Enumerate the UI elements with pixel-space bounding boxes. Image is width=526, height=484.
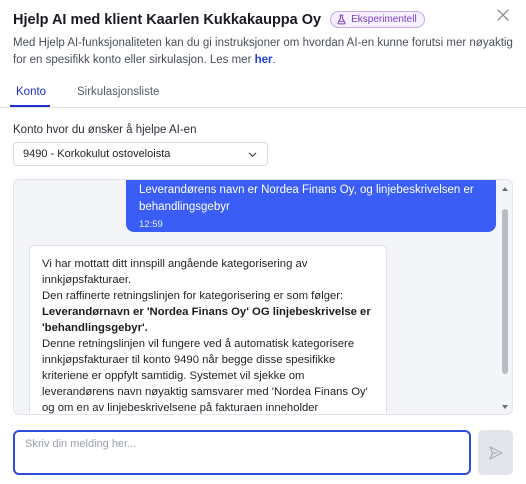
send-button[interactable] (478, 430, 513, 475)
chat-scrollbar[interactable] (499, 181, 511, 413)
message-input[interactable] (13, 430, 471, 475)
chevron-down-icon (248, 152, 257, 157)
tab-konto[interactable]: Konto (16, 86, 46, 98)
chat-panel: Leverandørens navn er Nordea Finans Oy, … (13, 179, 513, 415)
close-button[interactable] (495, 7, 511, 23)
scrollbar-thumb[interactable] (502, 209, 508, 374)
account-field-label: Konto hvor du ønsker å hjelpe AI-en (13, 124, 197, 136)
user-message-text: Leverandørens navn er Nordea Finans Oy, … (139, 184, 474, 213)
user-message-time: 12:59 (139, 219, 163, 230)
description-end: . (272, 54, 276, 66)
ai-message-intro: Vi har mottatt ditt innspill angående ka… (42, 258, 308, 286)
scroll-up-arrow-icon[interactable] (501, 185, 509, 193)
tab-bar: Konto Sirkulasjonsliste (0, 78, 526, 108)
ai-message: Vi har mottatt ditt innspill angående ka… (29, 245, 387, 414)
ai-message-guideline-intro: Den raffinerte retningslinjen for katego… (42, 290, 344, 302)
dialog-title: Hjelp AI med klient Kaarlen Kukkakauppa … (13, 11, 322, 28)
ai-message-guideline: Leverandørnavn er 'Nordea Finans Oy' OG … (42, 306, 371, 334)
close-icon (497, 9, 509, 21)
badge-label: Eksperimentell (351, 14, 417, 25)
send-icon (488, 445, 503, 460)
tab-sirkulasjonsliste[interactable]: Sirkulasjonsliste (77, 86, 159, 98)
account-select-value: 9490 - Korkokulut ostoveloista (23, 148, 171, 160)
user-message: Leverandørens navn er Nordea Finans Oy, … (126, 180, 496, 232)
ai-message-explanation: Denne retningslinjen vil fungere ved å a… (42, 338, 368, 414)
flask-icon (337, 14, 346, 25)
dialog-header: Hjelp AI med klient Kaarlen Kukkakauppa … (13, 11, 425, 28)
read-more-link[interactable]: her (255, 54, 273, 66)
experimental-badge: Eksperimentell (330, 11, 425, 28)
scroll-down-arrow-icon[interactable] (501, 403, 509, 411)
active-tab-indicator (10, 105, 50, 107)
dialog-description: Med Hjelp AI-funksjonaliteten kan du gi … (13, 35, 513, 69)
account-select[interactable]: 9490 - Korkokulut ostoveloista (13, 142, 268, 166)
